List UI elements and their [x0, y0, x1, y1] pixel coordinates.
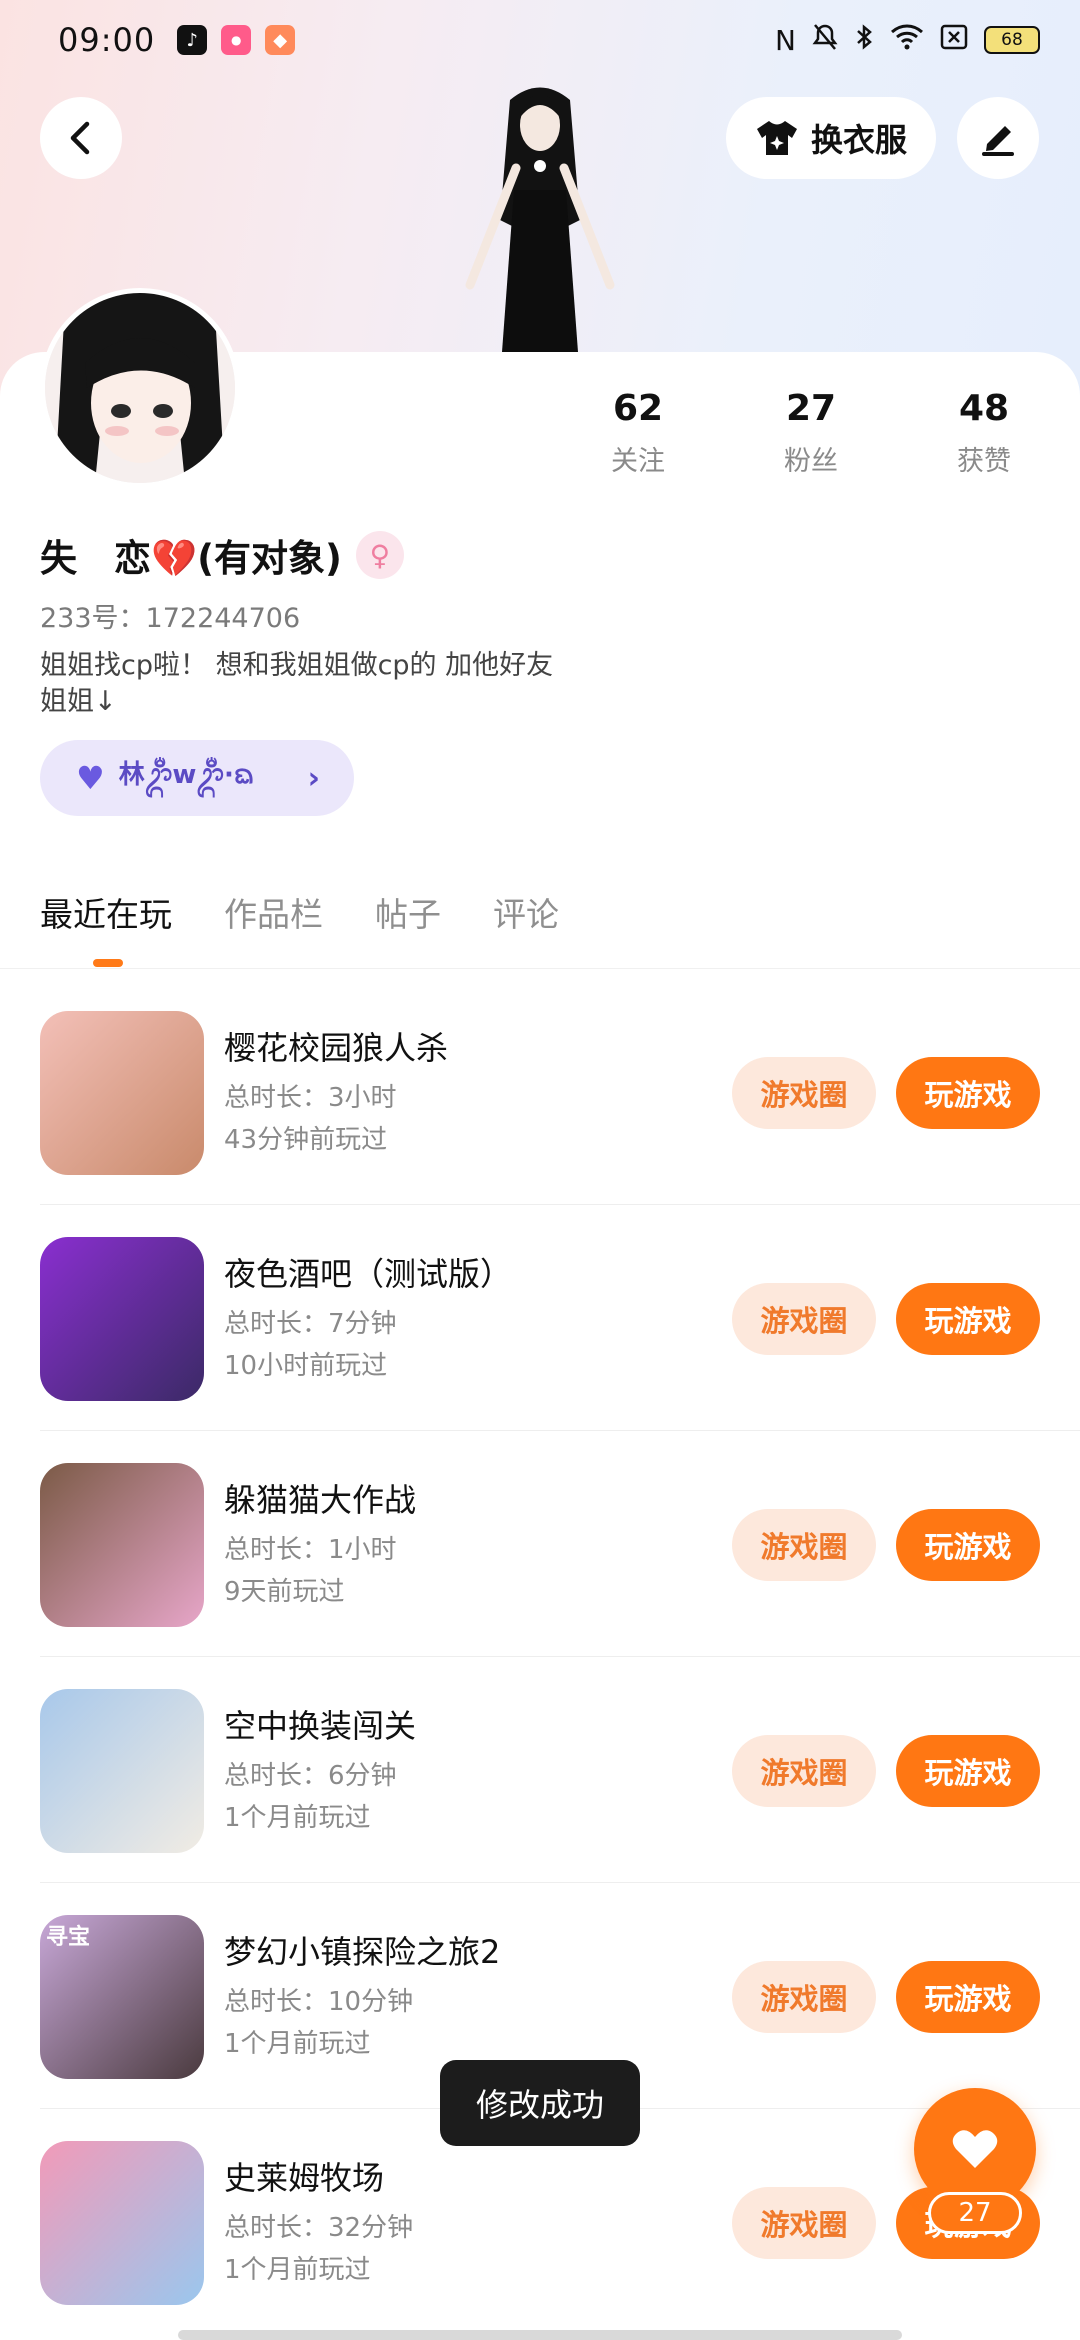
- mute-bell-icon: [812, 23, 838, 58]
- user-id: 233号：172244706: [40, 603, 301, 634]
- stat-fans-label: 粉丝: [784, 446, 838, 477]
- bio-line-2: 姐姐↓: [40, 686, 117, 717]
- edit-profile-button[interactable]: [957, 97, 1039, 179]
- game-title: 梦幻小镇探险之旅2: [224, 1933, 501, 1971]
- back-button[interactable]: [40, 97, 122, 179]
- profile-tabs: 最近在玩 作品栏 帖子 评论: [40, 888, 559, 936]
- tab-recently-played[interactable]: 最近在玩: [40, 888, 172, 936]
- thumb-tag: 寻宝: [46, 1925, 91, 1950]
- change-outfit-label: 换衣服: [810, 121, 907, 159]
- stat-following-count: 62: [612, 388, 664, 429]
- game-row[interactable]: 空中换装闯关 总时长：6分钟 1个月前玩过 游戏圈 玩游戏: [40, 1657, 1080, 1883]
- game-circle-button[interactable]: 游戏圈: [732, 1057, 876, 1129]
- stat-fans-count: 27: [785, 388, 837, 429]
- lele-app-icon: ●: [221, 25, 252, 55]
- tab-works[interactable]: 作品栏: [224, 888, 323, 936]
- game-title: 夜色酒吧（测试版）: [224, 1255, 513, 1293]
- navigation-handle[interactable]: [178, 2330, 902, 2340]
- stat-likes-label: 获赞: [957, 446, 1011, 477]
- game-title: 史莱姆牧场: [224, 2159, 385, 2197]
- battery-indicator: 68: [984, 26, 1040, 54]
- game-duration: 总时长：6分钟: [224, 1761, 397, 1791]
- game-row[interactable]: 夜色酒吧（测试版） 总时长：7分钟 10小时前玩过 游戏圈 玩游戏: [40, 1205, 1080, 1431]
- game-thumbnail[interactable]: [40, 1463, 204, 1627]
- game-thumbnail[interactable]: [40, 1237, 204, 1401]
- game-thumbnail[interactable]: [40, 2141, 204, 2305]
- play-game-button[interactable]: 玩游戏: [896, 1509, 1040, 1581]
- toast-message: 修改成功: [440, 2060, 640, 2146]
- game-last-played: 1个月前玩过: [224, 2029, 371, 2059]
- game-last-played: 43分钟前玩过: [224, 1125, 388, 1155]
- game-last-played: 1个月前玩过: [224, 2255, 371, 2285]
- status-time: 09:00: [58, 21, 156, 59]
- chevron-right-icon: ›: [307, 760, 320, 796]
- game-last-played: 1个月前玩过: [224, 1803, 371, 1833]
- change-outfit-button[interactable]: 换衣服: [726, 97, 936, 179]
- game-thumbnail[interactable]: [40, 1011, 204, 1175]
- stat-likes-count: 48: [958, 388, 1010, 429]
- play-game-button[interactable]: 玩游戏: [896, 1735, 1040, 1807]
- game-circle-button[interactable]: 游戏圈: [732, 1735, 876, 1807]
- game-circle-button[interactable]: 游戏圈: [732, 1509, 876, 1581]
- stat-following[interactable]: 62 关注: [568, 388, 708, 478]
- cp-partner-chip[interactable]: ♥ 林ᬊᬁwᬊᬁ·ᨳ ›: [40, 740, 354, 816]
- play-game-button[interactable]: 玩游戏: [896, 1961, 1040, 2033]
- bio-line-1: 姐姐找cp啦！ 想和我姐姐做cp的 加他好友: [40, 650, 554, 681]
- game-circle-button[interactable]: 游戏圈: [732, 1283, 876, 1355]
- game-thumbnail[interactable]: [40, 1689, 204, 1853]
- active-tab-indicator: [93, 959, 123, 967]
- stat-fans[interactable]: 27 粉丝: [741, 388, 881, 478]
- status-bar: 09:00 ♪ ● ◆ N 68: [0, 0, 1080, 80]
- game-title: 空中换装闯关: [224, 1707, 417, 1745]
- game-circle-button[interactable]: 游戏圈: [732, 1961, 876, 2033]
- pencil-icon: [982, 126, 1014, 156]
- game-row[interactable]: 躲猫猫大作战 总时长：1小时 9天前玩过 游戏圈 玩游戏: [40, 1431, 1080, 1657]
- game-duration: 总时长：7分钟: [224, 1309, 397, 1339]
- nickname-text: 失 恋💔(有对象): [40, 537, 342, 580]
- profile-bio: 姐姐找cp啦！ 想和我姐姐做cp的 加他好友 姐姐↓: [40, 648, 600, 720]
- character-figure[interactable]: [440, 80, 640, 352]
- bluetooth-icon: [854, 23, 874, 58]
- game-title: 樱花校园狼人杀: [224, 1029, 449, 1067]
- wifi-icon: [890, 24, 924, 57]
- game-duration: 总时长：32分钟: [224, 2213, 414, 2243]
- tab-comments[interactable]: 评论: [493, 888, 559, 936]
- game-controller-icon: ◆: [265, 25, 296, 55]
- play-game-button[interactable]: 玩游戏: [896, 1057, 1040, 1129]
- game-thumbnail[interactable]: 寻宝: [40, 1915, 204, 2079]
- like-count-badge: 27: [928, 2192, 1022, 2234]
- game-duration: 总时长：10分钟: [224, 1987, 414, 2017]
- heart-icon: ♥: [76, 759, 105, 797]
- game-circle-button[interactable]: 游戏圈: [732, 2187, 876, 2259]
- stat-likes[interactable]: 48 获赞: [914, 388, 1054, 478]
- nfc-icon: N: [775, 23, 796, 57]
- game-duration: 总时长：3小时: [224, 1083, 397, 1113]
- female-gender-icon: ♀: [355, 531, 404, 579]
- tab-posts[interactable]: 帖子: [375, 888, 441, 936]
- cp-partner-name: 林ᬊᬁwᬊᬁ·ᨳ: [118, 760, 255, 790]
- profile-nickname: 失 恋💔(有对象) ♀: [40, 528, 404, 582]
- game-last-played: 10小时前玩过: [224, 1351, 388, 1381]
- tabs-divider: [0, 968, 1080, 969]
- stat-following-label: 关注: [611, 446, 665, 477]
- sim-off-icon: [940, 24, 968, 57]
- play-game-button[interactable]: 玩游戏: [896, 1283, 1040, 1355]
- game-title: 躲猫猫大作战: [224, 1481, 417, 1519]
- heart-icon: [952, 2130, 998, 2168]
- game-row[interactable]: 樱花校园狼人杀 总时长：3小时 43分钟前玩过 游戏圈 玩游戏: [40, 979, 1080, 1205]
- game-duration: 总时长：1小时: [224, 1535, 397, 1565]
- game-last-played: 9天前玩过: [224, 1577, 345, 1607]
- avatar[interactable]: [40, 288, 240, 488]
- tiktok-icon: ♪: [177, 25, 208, 55]
- tshirt-icon: [756, 121, 797, 155]
- chevron-left-icon: [70, 121, 90, 155]
